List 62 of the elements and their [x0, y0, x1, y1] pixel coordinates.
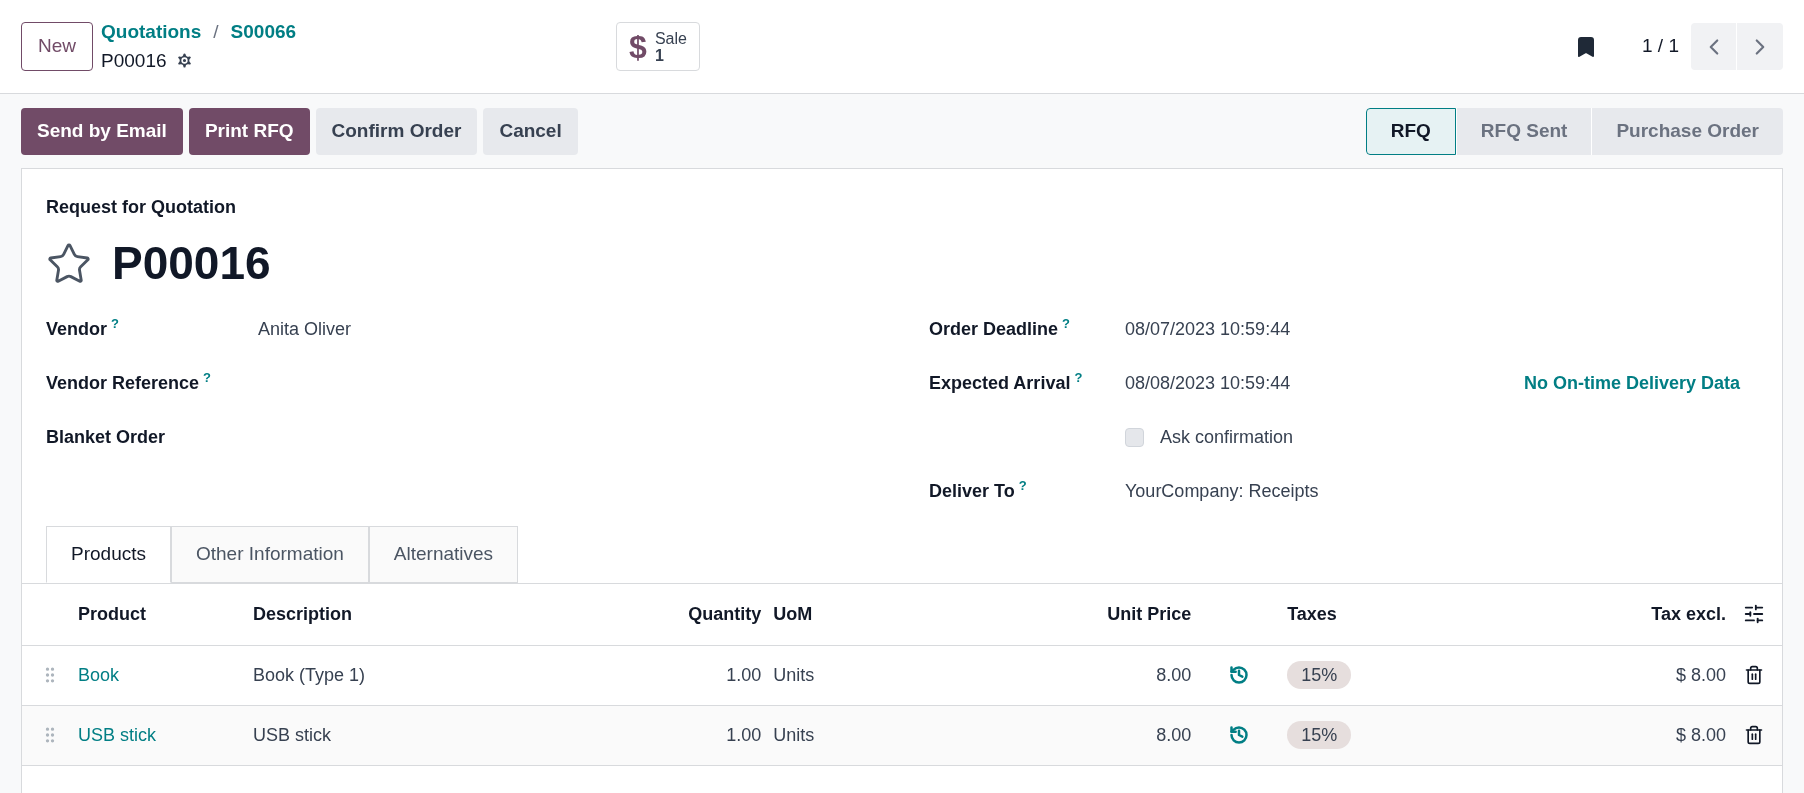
field-label: Deliver To: [929, 480, 1015, 501]
status-step[interactable]: RFQ: [1365, 107, 1456, 155]
action-button[interactable]: Print RFQ: [188, 107, 310, 155]
delete-icon[interactable]: [1744, 725, 1764, 745]
field-value[interactable]: YourCompany: Receipts: [1125, 477, 1319, 505]
delete-icon[interactable]: [1744, 665, 1764, 685]
status-step[interactable]: RFQ Sent: [1455, 107, 1592, 155]
table-cell: USB stick: [253, 724, 331, 745]
column-header[interactable]: Unit Price: [1107, 603, 1192, 624]
column-header[interactable]: Tax excl.: [1651, 603, 1726, 624]
help-tooltip-marker[interactable]: ?: [111, 316, 119, 331]
delivery-data-link[interactable]: No On-time Delivery Data: [1523, 369, 1740, 397]
column-header[interactable]: UoM: [773, 603, 813, 624]
field-label: Order Deadline: [929, 318, 1059, 339]
breadcrumb-link[interactable]: S00066: [230, 18, 297, 47]
column-settings-icon[interactable]: [1743, 603, 1765, 626]
checkbox-label: Ask confirmation: [1160, 425, 1294, 449]
notebook-tab[interactable]: Products: [46, 526, 171, 583]
help-tooltip-marker[interactable]: ?: [1062, 316, 1070, 331]
breadcrumb-link[interactable]: Quotations: [101, 18, 202, 47]
notebook-tab[interactable]: Other Information: [171, 526, 369, 583]
new-button[interactable]: New: [21, 22, 93, 71]
column-header[interactable]: Description: [253, 603, 353, 624]
help-tooltip-marker[interactable]: ?: [1074, 370, 1083, 385]
table-cell: $ 8.00: [1675, 664, 1726, 685]
table-cell: 8.00: [1156, 724, 1192, 745]
action-button[interactable]: Cancel: [483, 107, 578, 155]
field-label: Vendor Reference: [46, 372, 200, 393]
table-cell: Units: [773, 664, 815, 685]
history-icon[interactable]: [1229, 725, 1250, 745]
action-button[interactable]: Send by Email: [21, 107, 183, 155]
record-title: P00016: [112, 236, 271, 291]
status-step[interactable]: Purchase Order: [1591, 107, 1783, 155]
help-tooltip-marker[interactable]: ?: [203, 370, 211, 385]
field-value[interactable]: Anita Oliver: [258, 315, 352, 343]
pager-value[interactable]: 1 / 1: [1642, 32, 1679, 61]
tax-tag: 15%: [1287, 720, 1352, 749]
notebook-tab[interactable]: Alternatives: [368, 526, 519, 583]
table-cell: 1.00: [726, 724, 762, 745]
tax-tag: 15%: [1287, 660, 1352, 689]
checkbox[interactable]: [1125, 427, 1144, 447]
field-value[interactable]: 08/08/2023 10:59:44: [1125, 369, 1291, 397]
table-cell: 1.00: [726, 664, 762, 685]
table-cell: Units: [773, 724, 815, 745]
help-tooltip-marker[interactable]: ?: [1018, 478, 1027, 493]
action-button[interactable]: Confirm Order: [315, 107, 478, 155]
table-cell: Book (Type 1): [253, 664, 366, 685]
field-label: Blanket Order: [46, 426, 166, 447]
form-subtitle: Request for Quotation: [46, 196, 237, 219]
product-link[interactable]: Book: [78, 664, 120, 685]
record-name: P00016: [101, 48, 167, 73]
breadcrumb-separator: /: [213, 20, 219, 44]
field-label: Expected Arrival: [929, 372, 1071, 393]
column-header[interactable]: Taxes: [1287, 603, 1337, 624]
history-icon[interactable]: [1229, 665, 1250, 685]
column-header[interactable]: Product: [78, 603, 146, 624]
field-value[interactable]: 08/07/2023 10:59:44: [1125, 315, 1291, 343]
column-header[interactable]: Quantity: [688, 603, 762, 624]
product-link[interactable]: USB stick: [78, 724, 156, 745]
table-cell: $ 8.00: [1675, 724, 1726, 745]
table-cell: 8.00: [1156, 664, 1192, 685]
field-label: Vendor: [46, 318, 107, 339]
